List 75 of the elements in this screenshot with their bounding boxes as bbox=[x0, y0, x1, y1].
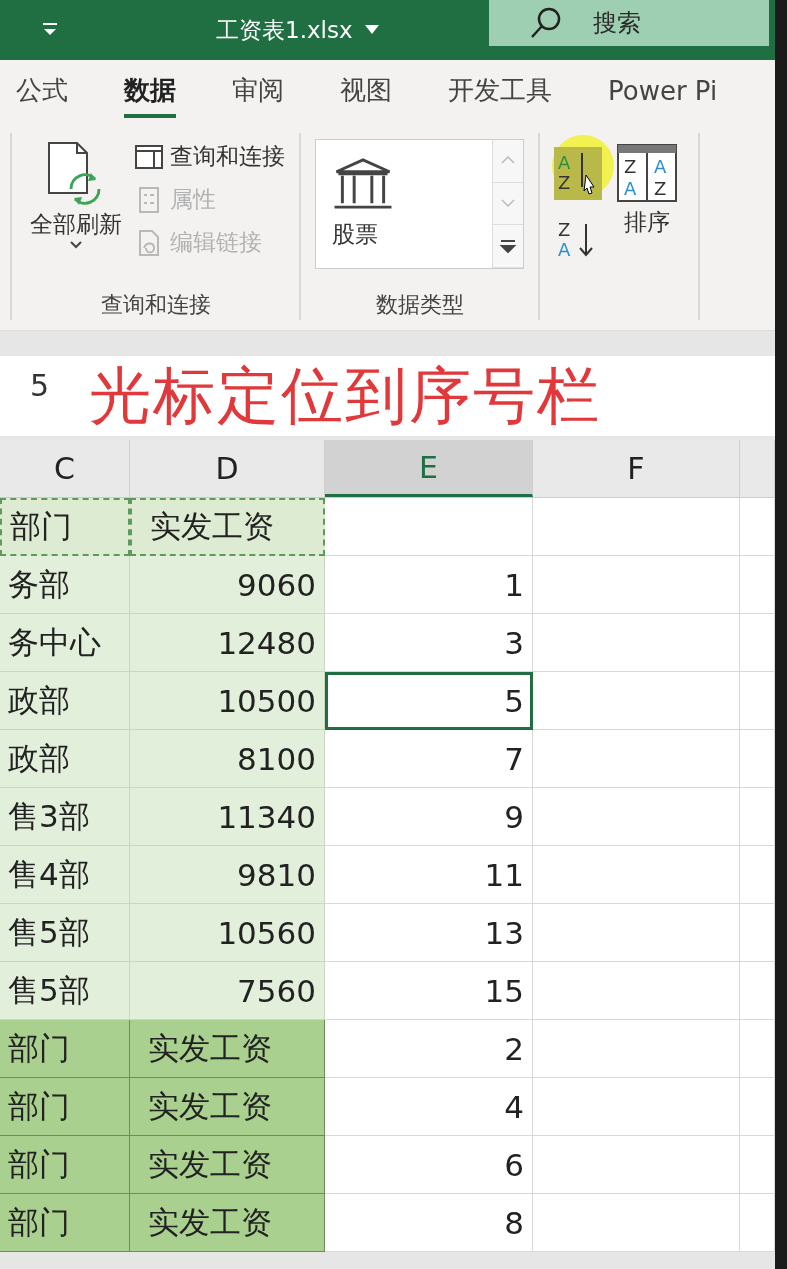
table-cell: 政部 bbox=[0, 672, 130, 730]
refresh-all-button[interactable]: 全部刷新 bbox=[26, 133, 126, 290]
table-cell: 7 bbox=[325, 730, 533, 788]
table-cell: 务部 bbox=[0, 556, 130, 614]
column-header[interactable]: C bbox=[0, 440, 130, 497]
table-cell: 部门 bbox=[0, 1078, 130, 1136]
table-cell: 务中心 bbox=[0, 614, 130, 672]
table-cell: 售5部 bbox=[0, 904, 130, 962]
table-cell: 11 bbox=[325, 846, 533, 904]
table-cell bbox=[740, 614, 775, 672]
table-cell bbox=[740, 1020, 775, 1078]
ribbon-command[interactable]: 查询和连接 bbox=[134, 137, 285, 176]
table-cell: 8 bbox=[325, 1194, 533, 1252]
chevron-down-icon[interactable] bbox=[69, 240, 83, 250]
table-cell: 5 bbox=[325, 672, 533, 730]
table-cell: 11340 bbox=[130, 788, 325, 846]
table-cell bbox=[740, 846, 775, 904]
table-cell: 实发工资 bbox=[130, 498, 325, 556]
ribbon-tab[interactable]: 视图 bbox=[340, 67, 392, 118]
table-cell: 实发工资 bbox=[130, 1136, 325, 1194]
table-cell bbox=[740, 556, 775, 614]
table-cell: 6 bbox=[325, 1136, 533, 1194]
caret-icon[interactable] bbox=[364, 25, 379, 35]
ribbon-tab[interactable]: 审阅 bbox=[232, 67, 284, 118]
search-icon[interactable] bbox=[528, 6, 563, 40]
ribbon-tab[interactable]: Power Pi bbox=[608, 69, 718, 116]
table-cell bbox=[740, 730, 775, 788]
table-cell: 7560 bbox=[130, 962, 325, 1020]
search-field[interactable]: 搜索 bbox=[488, 0, 769, 46]
ribbon-tab[interactable]: 数据 bbox=[124, 67, 176, 118]
table-cell: 政部 bbox=[0, 730, 130, 788]
table-cell: 4 bbox=[325, 1078, 533, 1136]
table-cell: 8100 bbox=[130, 730, 325, 788]
table-cell: 实发工资 bbox=[130, 1078, 325, 1136]
more-icon[interactable] bbox=[499, 239, 517, 254]
window-title: 工资表1.xlsx bbox=[216, 15, 353, 45]
group-label: 查询和连接 bbox=[100, 291, 211, 319]
sort-icon[interactable]: Z A A Z bbox=[616, 143, 678, 203]
table-cell: 9060 bbox=[130, 556, 325, 614]
table-cell: 部门 bbox=[0, 498, 130, 556]
table-cell: 售4部 bbox=[0, 846, 130, 904]
table-cell: 实发工资 bbox=[130, 1194, 325, 1252]
group-label: 数据类型 bbox=[375, 291, 464, 319]
table-cell: 2 bbox=[325, 1020, 533, 1078]
table-cell: 13 bbox=[325, 904, 533, 962]
table-cell: 9 bbox=[325, 788, 533, 846]
table-cell: 实发工资 bbox=[130, 1020, 325, 1078]
table-cell: 9810 bbox=[130, 846, 325, 904]
table-cell: 售3部 bbox=[0, 788, 130, 846]
ribbon-tab[interactable]: 公式 bbox=[16, 67, 68, 118]
table-cell bbox=[740, 1078, 775, 1136]
table-cell: 3 bbox=[325, 614, 533, 672]
data-type-gallery[interactable]: 股票 bbox=[315, 139, 524, 269]
table-cell: 1 bbox=[325, 556, 533, 614]
annotation-text: 光标定位到序号栏 bbox=[89, 358, 602, 434]
ribbon-tab[interactable]: 开发工具 bbox=[448, 67, 552, 118]
table-cell bbox=[740, 788, 775, 846]
table-cell: 10560 bbox=[130, 904, 325, 962]
scroll-button[interactable] bbox=[493, 225, 523, 268]
table-cell bbox=[740, 962, 775, 1020]
table-cell: 部门 bbox=[0, 1194, 130, 1252]
column-header[interactable]: E bbox=[325, 440, 533, 497]
formula-bar[interactable]: 5 光标定位到序号栏 bbox=[0, 356, 775, 436]
table-cell: 15 bbox=[325, 962, 533, 1020]
table-cell bbox=[740, 1194, 775, 1252]
table-cell: 10500 bbox=[130, 672, 325, 730]
sort-button[interactable]: Z A A Z 排序 bbox=[610, 133, 684, 320]
table-cell bbox=[740, 672, 775, 730]
table-cell: 12480 bbox=[130, 614, 325, 672]
table-cell: 部门 bbox=[0, 1136, 130, 1194]
table-cell bbox=[740, 1136, 775, 1194]
table-cell: 售5部 bbox=[0, 962, 130, 1020]
table-cell: 部门 bbox=[0, 1020, 130, 1078]
column-header[interactable]: F bbox=[533, 440, 740, 497]
table-cell bbox=[740, 904, 775, 962]
